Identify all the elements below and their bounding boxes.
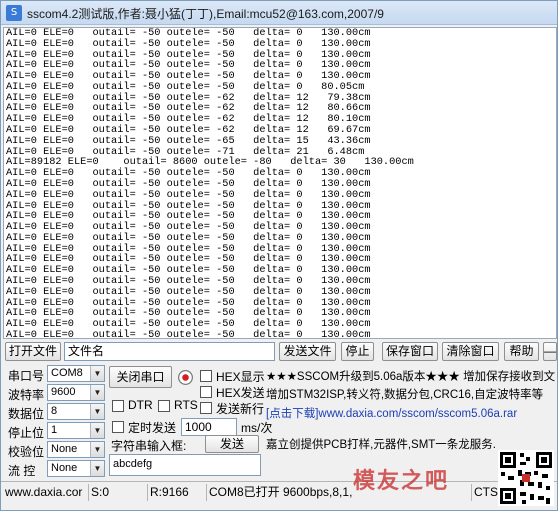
ad-line-upgrade: ★★★SSCOM升级到5.06a版本★★★ 增加保存接收到文 — [266, 371, 556, 383]
hex-send-checkbox[interactable] — [200, 386, 212, 398]
stop-button[interactable]: 停止 — [341, 342, 374, 361]
timed-send-label: 定时发送 — [128, 421, 177, 435]
port-status-indicator — [178, 370, 193, 385]
flow-value: None — [51, 462, 78, 474]
open-file-button[interactable]: 打开文件 — [5, 342, 61, 361]
status-bar: www.daxia.cor S:0 R:9166 COM8已打开 9600bps… — [1, 481, 557, 502]
chevron-down-icon: ▼ — [90, 442, 104, 457]
chevron-down-icon: ▼ — [90, 404, 104, 419]
receive-area[interactable]: AIL=0 ELE=0 outail= -50 outele= -50 delt… — [3, 27, 557, 339]
rts-checkbox[interactable] — [158, 400, 170, 412]
chevron-down-icon: ▼ — [90, 423, 104, 438]
receive-line: AIL=0 ELE=0 outail= -50 outele= -65 delt… — [6, 134, 371, 147]
parity-label: 校验位 — [8, 445, 45, 459]
receive-line: AIL=0 ELE=0 outail= -50 outele= -50 delt… — [6, 37, 371, 50]
timed-send-checkbox[interactable] — [112, 421, 124, 433]
title-bar[interactable]: S sscom4.2测试版,作者:聂小猛(丁丁),Email:mcu52@163… — [1, 1, 557, 25]
send-newline-label: 发送新行 — [216, 402, 265, 416]
port-value: COM8 — [51, 367, 83, 379]
parity-value: None — [51, 443, 78, 455]
send-newline-checkbox[interactable] — [200, 402, 212, 414]
status-received: R:9166 — [147, 484, 205, 501]
send-file-button[interactable]: 发送文件 — [279, 342, 336, 361]
interval-input[interactable]: 1000 — [181, 418, 237, 436]
clear-window-button[interactable]: 清除窗口 — [442, 342, 499, 361]
stopbits-select[interactable]: 1 ▼ — [47, 422, 105, 439]
hex-display-label: HEX显示 — [216, 370, 265, 384]
baud-value: 9600 — [51, 386, 76, 398]
sscom-window: S sscom4.2测试版,作者:聂小猛(丁丁),Email:mcu52@163… — [0, 0, 558, 511]
ad-line-pcb: 嘉立创提供PCB打样,元器件,SMT一条龙服务. — [266, 439, 497, 451]
status-sent: S:0 — [88, 484, 146, 501]
hex-display-checkbox[interactable] — [200, 370, 212, 382]
filename-field[interactable]: 文件名 — [64, 342, 275, 361]
app-icon: S — [6, 5, 22, 21]
ad-line-features: 增加STM32ISP,转义符,数据分包,CRC16,自定波特率等 — [266, 389, 544, 401]
databits-value: 8 — [51, 405, 58, 417]
stopbits-label: 停止位 — [8, 426, 45, 440]
string-input[interactable]: abcdefg — [109, 454, 261, 476]
watermark-logo: 模友之吧 — [353, 469, 450, 494]
download-link-prefix[interactable]: [点击下载] — [266, 408, 318, 420]
baud-select[interactable]: 9600 ▼ — [47, 384, 105, 401]
port-select[interactable]: COM8 ▼ — [47, 365, 105, 382]
databits-select[interactable]: 8 ▼ — [47, 403, 105, 420]
flow-select[interactable]: None ▼ — [47, 460, 105, 477]
ad-panel: ★★★SSCOM升级到5.06a版本★★★ 增加保存接收到文 增加STM32IS… — [266, 366, 557, 456]
window-title: sscom4.2测试版,作者:聂小猛(丁丁),Email:mcu52@163.c… — [27, 7, 384, 21]
chevron-down-icon: ▼ — [90, 385, 104, 400]
dtr-label: DTR — [128, 398, 153, 412]
rts-label: RTS — [174, 398, 198, 412]
receive-line: AIL=0 ELE=0 outail= -50 outele= -50 delt… — [6, 188, 371, 201]
input-label: 字符串输入框: — [111, 439, 187, 453]
hex-send-label: HEX发送 — [216, 386, 265, 400]
databits-label: 数据位 — [8, 407, 45, 421]
receive-line: AIL=0 ELE=0 outail= -50 outele= -50 delt… — [6, 285, 371, 298]
parity-select[interactable]: None ▼ — [47, 441, 105, 458]
ad-line-download[interactable]: [点击下载]www.daxia.com/sscom/sscom5.06a.rar — [266, 405, 517, 421]
download-link[interactable]: www.daxia.com/sscom/sscom5.06a.rar — [318, 408, 517, 420]
collapse-button[interactable]: — — [543, 342, 557, 361]
status-cts: CTS — [471, 484, 499, 501]
receive-line: AIL=0 ELE=0 outail= -50 outele= -50 delt… — [6, 328, 371, 339]
flow-label: 流 控 — [8, 464, 36, 478]
stopbits-value: 1 — [51, 424, 58, 436]
dtr-checkbox[interactable] — [112, 400, 124, 412]
close-port-button[interactable]: 关闭串口 — [109, 366, 172, 388]
chevron-down-icon: ▼ — [90, 461, 104, 476]
receive-line: AIL=0 ELE=0 outail= -50 outele= -50 delt… — [6, 231, 371, 244]
chevron-down-icon: ▼ — [90, 366, 104, 381]
help-button[interactable]: 帮助 — [504, 342, 539, 361]
qr-code-icon — [498, 450, 554, 506]
status-site[interactable]: www.daxia.cor — [3, 484, 87, 501]
port-label: 串口号 — [8, 369, 45, 383]
send-button[interactable]: 发送 — [205, 435, 259, 453]
save-window-button[interactable]: 保存窗口 — [382, 342, 438, 361]
baud-label: 波特率 — [8, 388, 45, 402]
